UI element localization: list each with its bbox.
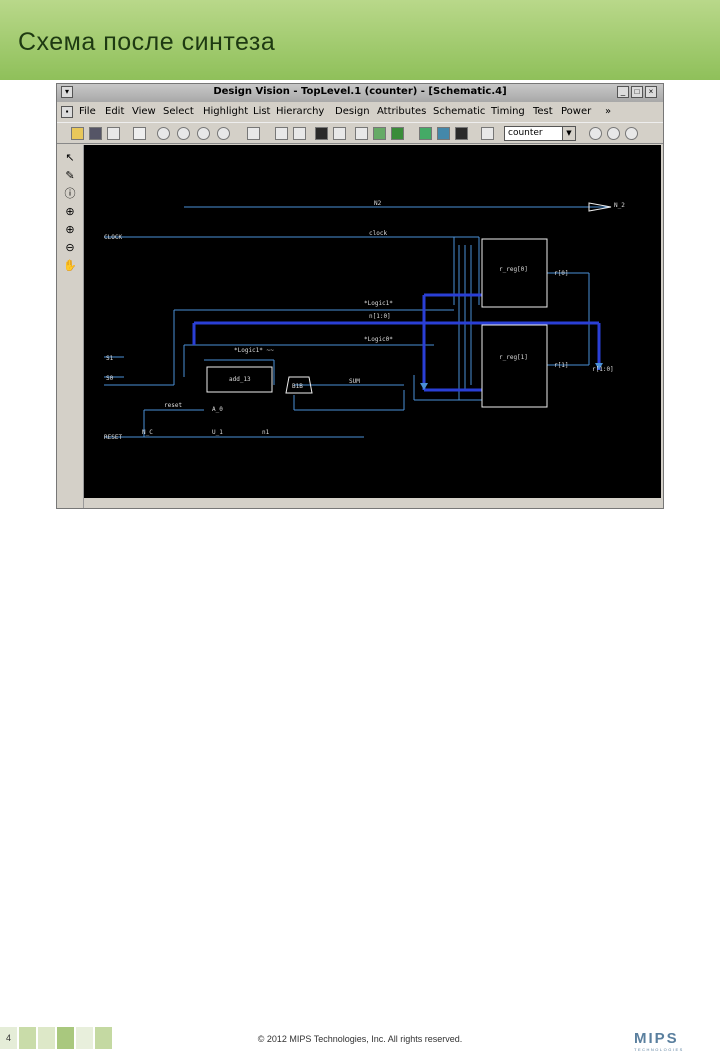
logo-text: MIPS xyxy=(634,1030,679,1047)
menu-test[interactable]: Test xyxy=(533,106,553,117)
zoom-area-icon[interactable] xyxy=(217,127,230,140)
save-icon[interactable] xyxy=(89,127,102,140)
path-icon[interactable] xyxy=(437,127,450,140)
logo-subtext: TECHNOLOGIES xyxy=(634,1047,684,1052)
label-s0: S0 xyxy=(106,375,114,382)
flag-icon[interactable] xyxy=(481,127,494,140)
maximize-icon[interactable]: □ xyxy=(631,86,643,98)
bus-wires xyxy=(192,293,601,392)
label-n2: N2 xyxy=(374,200,382,207)
label-add: add_13 xyxy=(229,376,251,383)
menu-hierarchy[interactable]: Hierarchy xyxy=(276,106,324,117)
cells xyxy=(206,202,612,408)
print-icon[interactable] xyxy=(107,127,120,140)
histogram-icon[interactable] xyxy=(455,127,468,140)
timing-icon[interactable] xyxy=(419,127,432,140)
slide-footer: 4 © 2012 MIPS Technologies, Inc. All rig… xyxy=(0,512,720,1052)
label-logic1: *Logic1* xyxy=(364,300,393,307)
toolbar: counter ▼ xyxy=(57,122,663,144)
back-icon[interactable] xyxy=(589,127,602,140)
slide-title: Схема после синтеза xyxy=(18,28,276,56)
menu-schematic[interactable]: Schematic xyxy=(433,106,485,117)
hierarchy-icon[interactable] xyxy=(373,127,386,140)
label-s1: S1 xyxy=(106,355,114,362)
menu-power[interactable]: Power xyxy=(561,106,591,117)
label-logic1-b: *Logic1* ~~ xyxy=(234,347,274,354)
label-reg0: r_reg[0] xyxy=(499,266,528,273)
menu-timing[interactable]: Timing xyxy=(491,106,525,117)
symbol-view-icon[interactable] xyxy=(355,127,368,140)
menu-more[interactable]: » xyxy=(605,106,611,117)
label-rq1: r[1] xyxy=(554,362,568,369)
design-icon[interactable] xyxy=(391,127,404,140)
zoom-in-tool-icon[interactable]: ⊕ xyxy=(63,223,77,237)
label-out: r[1:0] xyxy=(592,366,614,373)
left-toolbar: ↖ ✎ ⓘ ⊕ ⊕ ⊖ ✋ xyxy=(57,145,84,508)
undo-icon[interactable] xyxy=(133,127,146,140)
zoom-icon[interactable]: ⊕ xyxy=(63,205,77,219)
label-logic0: *Logic0* xyxy=(364,336,393,343)
label-buf: N_C xyxy=(142,429,153,436)
window-titlebar: ▾ Design Vision - TopLevel.1 (counter) -… xyxy=(57,84,663,102)
zoom-out-tool-icon[interactable]: ⊖ xyxy=(63,241,77,255)
label-clock-port: CLOCK xyxy=(104,234,122,241)
label-reg1: r_reg[1] xyxy=(499,354,528,361)
bus-arrows xyxy=(420,363,603,390)
pop-down-icon[interactable] xyxy=(293,127,306,140)
slide-header: Схема после синтеза xyxy=(0,0,720,80)
copyright-text: © 2012 MIPS Technologies, Inc. All right… xyxy=(257,1034,463,1044)
label-reset-net: reset xyxy=(164,402,182,409)
select-arrow-icon[interactable]: ↖ xyxy=(63,151,77,165)
menu-view[interactable]: View xyxy=(132,106,156,117)
zoom-in-icon[interactable] xyxy=(157,127,170,140)
label-rq0: r[0] xyxy=(554,270,568,277)
cell-r-reg-1 xyxy=(481,324,548,408)
window-title: Design Vision - TopLevel.1 (counter) - [… xyxy=(213,86,507,97)
grid-icon[interactable] xyxy=(247,127,260,140)
menu-attributes[interactable]: Attributes xyxy=(377,106,426,117)
minimize-icon[interactable]: _ xyxy=(617,86,629,98)
label-sum: SUM xyxy=(349,378,360,385)
zoom-fit-icon[interactable] xyxy=(197,127,210,140)
pencil-icon[interactable]: ✎ xyxy=(63,169,77,183)
menu-edit[interactable]: Edit xyxy=(105,106,124,117)
menu-file[interactable]: File xyxy=(79,106,96,117)
terminal-icon[interactable] xyxy=(315,127,328,140)
chevron-down-icon[interactable]: ▼ xyxy=(562,127,575,140)
menu-highlight[interactable]: Highlight xyxy=(203,106,248,117)
cell-r-reg-0 xyxy=(481,238,548,308)
design-select[interactable]: counter ▼ xyxy=(504,126,576,141)
schematic-canvas[interactable]: N2 N_2 CLOCK clock r_reg[0] r_reg[1] r[0… xyxy=(84,145,661,498)
inspect-icon[interactable] xyxy=(625,127,638,140)
label-reset-port: RESET xyxy=(104,434,122,441)
schematic-view-icon[interactable] xyxy=(333,127,346,140)
label-inv-a: A_0 xyxy=(212,406,223,413)
app-menu-icon[interactable]: ▪ xyxy=(61,106,73,118)
zoom-out-icon[interactable] xyxy=(177,127,190,140)
pan-hand-icon[interactable]: ✋ xyxy=(63,259,77,273)
design-select-value: counter xyxy=(508,128,543,138)
menu-design[interactable]: Design xyxy=(335,106,370,117)
close-icon[interactable]: × xyxy=(645,86,657,98)
push-up-icon[interactable] xyxy=(275,127,288,140)
refresh-icon[interactable] xyxy=(607,127,620,140)
mips-logo: MIPS TECHNOLOGIES xyxy=(634,1030,708,1052)
label-mux: B1B xyxy=(292,383,303,390)
label-clock-net: clock xyxy=(369,230,387,237)
label-n2-out: N_2 xyxy=(614,202,625,209)
schematic-diagram: N2 N_2 CLOCK clock r_reg[0] r_reg[1] r[0… xyxy=(104,200,625,441)
menu-select[interactable]: Select xyxy=(163,106,194,117)
design-vision-window: ▾ Design Vision - TopLevel.1 (counter) -… xyxy=(56,83,664,509)
menu-list[interactable]: List xyxy=(253,106,270,117)
label-n1: n1 xyxy=(262,429,270,436)
open-icon[interactable] xyxy=(71,127,84,140)
menu-bar: ▪ File Edit View Select Highlight List H… xyxy=(57,103,663,121)
label-bus-n: n[1:0] xyxy=(369,313,391,320)
label-inv-b: U_1 xyxy=(212,429,223,436)
info-icon[interactable]: ⓘ xyxy=(63,187,77,201)
